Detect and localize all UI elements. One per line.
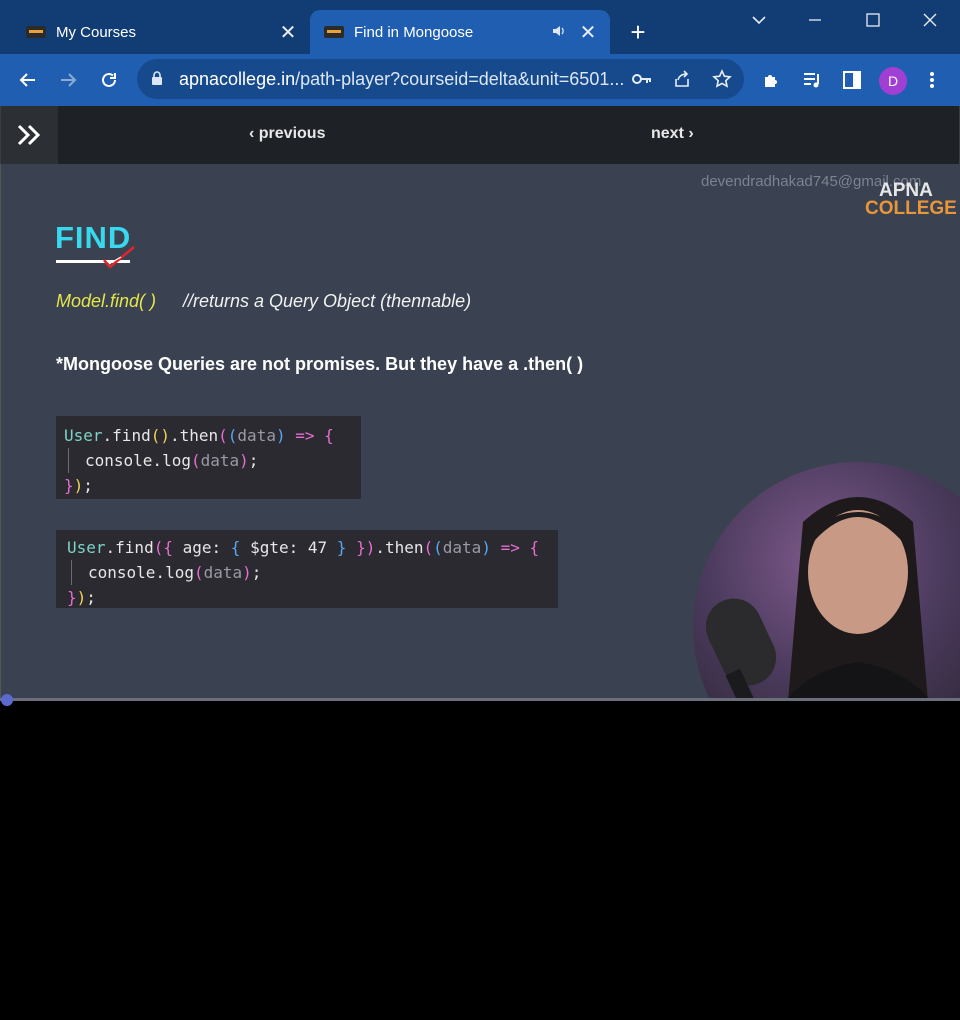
previous-label: previous xyxy=(258,125,326,142)
maximize-button[interactable] xyxy=(856,6,890,34)
back-arrow-icon[interactable] xyxy=(12,64,44,96)
url-text[interactable]: apnacollege.in/path-player?courseid=delt… xyxy=(179,69,629,90)
reload-icon[interactable] xyxy=(93,64,125,96)
expand-sidebar-button[interactable] xyxy=(1,106,58,164)
code-block-find-filter: User.find({ age: { $gte: 47 } }).then((d… xyxy=(56,530,558,608)
new-tab-button[interactable]: + xyxy=(624,16,652,48)
code-line: User.find({ age: { $gte: 47 } }).then((d… xyxy=(67,538,540,557)
apna-college-favicon-icon xyxy=(26,26,46,38)
bookmark-star-icon[interactable] xyxy=(711,68,733,90)
chevron-right-icon: › xyxy=(688,125,694,142)
media-control-icon[interactable] xyxy=(798,66,826,94)
progress-scrubber-handle[interactable] xyxy=(1,694,13,706)
apna-college-logo: APNA COLLEGE xyxy=(865,181,957,219)
profile-avatar[interactable]: D xyxy=(879,67,907,95)
url-host: apnacollege.in xyxy=(179,69,296,89)
tab-my-courses[interactable]: My Courses ✕ xyxy=(12,10,310,54)
code-line: console.log(data); xyxy=(71,560,547,585)
code-line: User.find().then((data) => { xyxy=(64,426,334,445)
lock-icon[interactable] xyxy=(151,71,163,91)
side-panel-icon[interactable] xyxy=(838,66,866,94)
tab-find-in-mongoose[interactable]: Find in Mongoose ✕ xyxy=(310,10,610,54)
double-chevron-right-icon xyxy=(17,124,40,146)
code-line: console.log(data); xyxy=(68,448,353,473)
address-bar[interactable]: apnacollege.in/path-player?courseid=delt… xyxy=(137,59,744,99)
previous-button[interactable]: ‹ previous xyxy=(249,125,325,143)
close-tab-icon[interactable]: ✕ xyxy=(276,20,300,45)
url-path: /path-player?courseid=delta&unit=6501... xyxy=(295,69,625,89)
presenter-webcam xyxy=(693,462,960,700)
extensions-puzzle-icon[interactable] xyxy=(758,66,786,94)
key-icon[interactable] xyxy=(631,68,653,90)
minimize-button[interactable] xyxy=(798,6,832,34)
model-find-call: Model.find( ) xyxy=(56,291,157,311)
code-line: }); xyxy=(67,588,96,607)
code-line: }); xyxy=(64,476,93,495)
tab-strip: My Courses ✕ Find in Mongoose ✕ + xyxy=(0,0,960,54)
tab-title: My Courses xyxy=(56,23,137,41)
more-menu-icon[interactable] xyxy=(918,66,946,94)
next-button[interactable]: next › xyxy=(651,125,694,143)
share-icon[interactable] xyxy=(671,68,693,90)
logo-line-2: COLLEGE xyxy=(865,198,957,219)
speaker-icon[interactable] xyxy=(548,24,570,41)
video-progress-bar[interactable] xyxy=(0,698,960,701)
model-find-comment: //returns a Query Object (thennable) xyxy=(183,291,472,311)
tab-title: Find in Mongoose xyxy=(354,23,474,41)
next-label: next xyxy=(651,125,684,142)
course-player-nav: ‹ previous next › xyxy=(0,106,960,164)
video-player[interactable]: devendradhakad745@gmail.com APNA COLLEGE… xyxy=(0,164,960,700)
code-block-find: User.find().then((data) => { console.log… xyxy=(56,416,361,499)
close-window-button[interactable] xyxy=(913,6,947,34)
apna-college-favicon-icon xyxy=(324,26,344,38)
queries-note: *Mongoose Queries are not promises. But … xyxy=(56,354,584,374)
forward-arrow-icon[interactable] xyxy=(52,64,84,96)
browser-toolbar: apnacollege.in/path-player?courseid=delt… xyxy=(0,54,960,106)
close-tab-icon[interactable]: ✕ xyxy=(576,20,600,45)
tab-search-chevron-icon[interactable] xyxy=(742,6,776,34)
chevron-left-icon: ‹ xyxy=(249,125,255,142)
red-check-icon xyxy=(103,246,135,269)
